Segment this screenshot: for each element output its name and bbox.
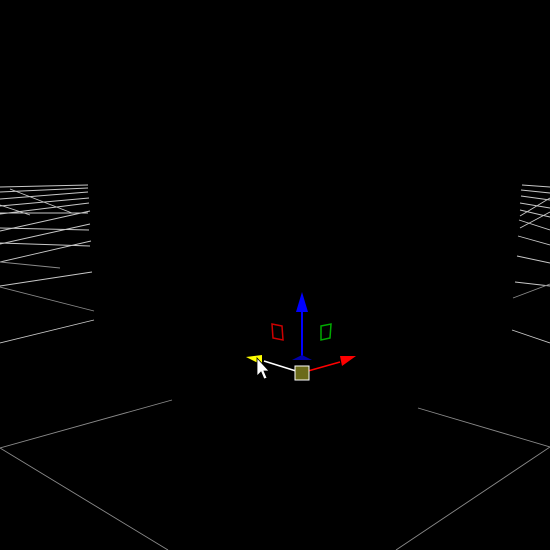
3d-viewport[interactable] [0,0,550,550]
floor-grid-line [417,407,550,448]
z-axis-arrow[interactable] [296,292,308,312]
wall-grid-line [512,283,550,299]
z-axis-handle[interactable] [292,292,312,360]
wall-grid-line [0,227,90,231]
wall-grid-line [516,255,550,264]
xz-plane-handle[interactable] [271,323,284,341]
z-axis-base[interactable] [292,355,312,360]
wall-grid-line [0,261,61,269]
wall-grid-line [9,188,73,214]
wall-grid-line [518,219,550,231]
left-wall-grid [0,184,95,344]
wall-grid-line [511,329,550,344]
floor-grid-line [0,447,169,550]
x-axis-arrow[interactable] [340,356,356,366]
x-axis-handle[interactable] [307,356,356,372]
wall-grid-line [520,189,550,194]
center-move-handle[interactable] [294,365,310,381]
wall-grid-line [0,319,95,344]
wall-grid-line [517,235,550,246]
wall-grid-line [0,223,91,245]
floor-grid-line [395,446,550,550]
right-wall-grid [511,184,550,344]
wall-grid-line [0,271,93,287]
arrow-cursor-icon [256,356,270,380]
wall-grid-line [520,195,550,201]
y-axis-line[interactable] [263,360,297,372]
wall-grid-line [0,191,89,200]
wall-grid-line [0,286,95,312]
wall-grid-line [0,184,89,188]
y-axis-handle[interactable] [246,355,297,372]
scene-canvas[interactable] [0,0,550,550]
x-axis-line[interactable] [307,361,341,372]
floor-grid [0,399,550,550]
wall-grid-line [514,281,550,287]
yz-plane-handle[interactable] [320,323,332,341]
floor-grid-line [0,399,173,449]
wall-grid-line [521,184,550,188]
